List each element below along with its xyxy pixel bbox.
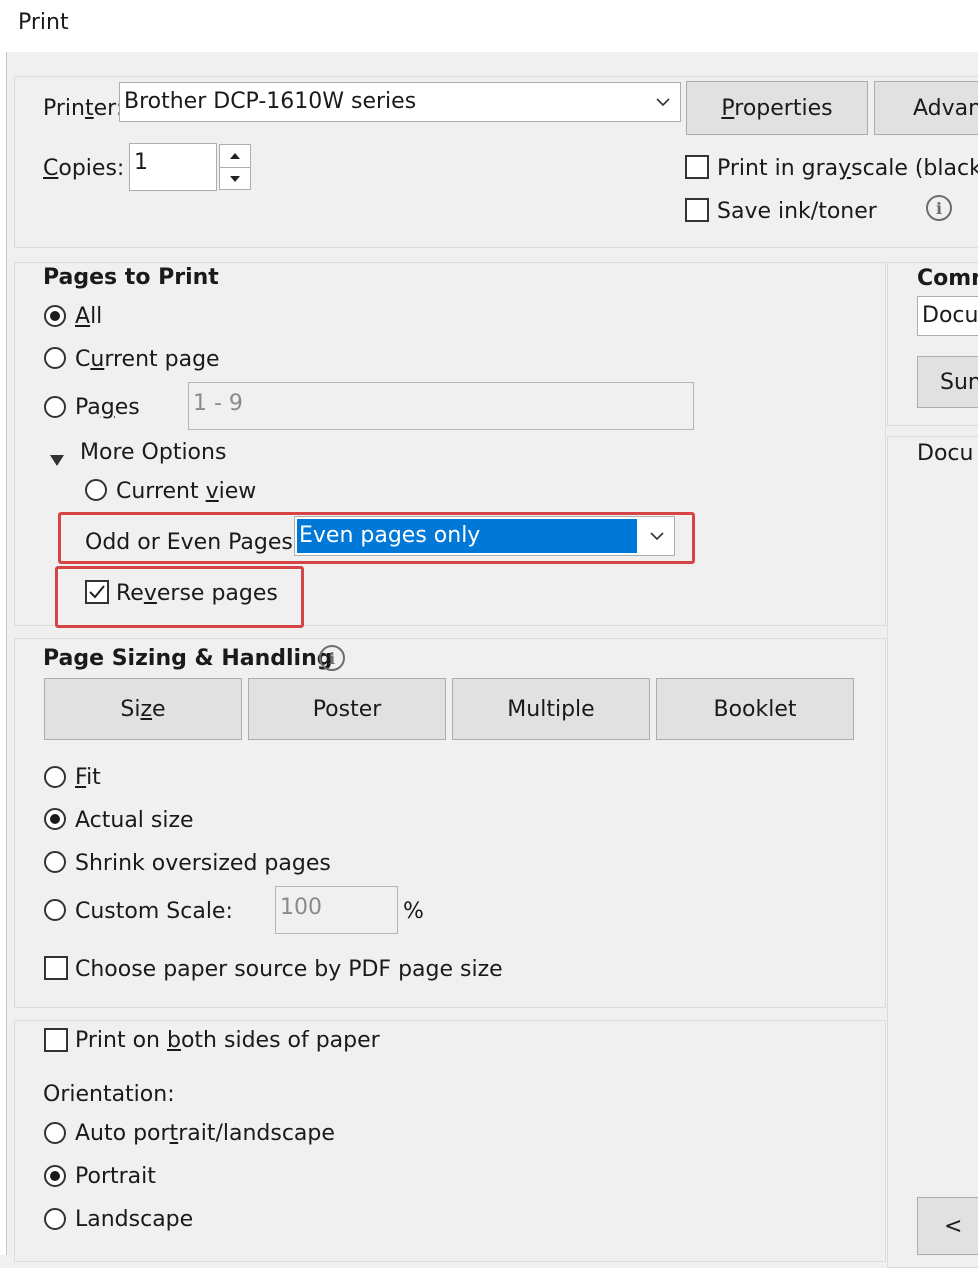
fit-label: Fit [75,765,101,790]
odd-even-value: Even pages only [299,523,481,548]
background-document-edge [0,52,7,1255]
more-options-label[interactable]: More Options [80,440,226,465]
advanced-button-label: Advan [913,95,978,121]
portrait-radio[interactable] [44,1165,66,1187]
pages-label: Pages [75,395,140,420]
landscape-label: Landscape [75,1207,194,1232]
all-pages-label: All [75,304,103,329]
paper-source-checkbox[interactable] [44,956,68,980]
grayscale-label: Print in grayscale (black a [717,156,978,181]
copies-input[interactable]: 1 [129,143,217,191]
portrait-label: Portrait [75,1164,156,1189]
duplex-checkbox[interactable] [44,1028,68,1052]
grayscale-checkbox[interactable] [685,155,709,179]
tab-multiple[interactable]: Multiple [452,678,650,740]
all-pages-radio[interactable] [44,305,66,327]
summarize-button[interactable]: Sun [917,356,978,408]
reverse-pages-checkbox[interactable] [85,580,109,604]
shrink-oversized-radio[interactable] [44,851,66,873]
copies-label: Copies: [43,156,125,181]
custom-scale-label: Custom Scale: [75,899,233,924]
page-sizing-heading: Page Sizing & Handling [43,646,333,671]
chevron-down-icon [640,517,674,555]
collapse-triangle-icon[interactable] [50,447,64,472]
custom-scale-radio[interactable] [44,899,66,921]
duplex-label: Print on both sides of paper [75,1028,380,1053]
previous-page-button[interactable]: < [917,1197,978,1255]
page-range-input[interactable]: 1 - 9 [188,382,694,430]
current-view-radio[interactable] [85,479,107,501]
actual-size-radio[interactable] [44,808,66,830]
page-range-placeholder: 1 - 9 [193,391,243,416]
copies-decrement-button[interactable] [220,168,250,190]
tab-multiple-label: Multiple [507,696,595,722]
paper-source-label: Choose paper source by PDF page size [75,957,503,982]
copies-stepper[interactable] [219,144,251,190]
auto-orientation-label: Auto portrait/landscape [75,1121,335,1146]
comments-select-value: Docu [922,303,978,328]
title-bar: Print [0,0,978,52]
tab-booklet-label: Booklet [713,696,797,722]
reverse-pages-label: Reverse pages [116,581,278,606]
current-page-label: Current page [75,347,220,372]
printer-label: Printer: [43,96,124,121]
copies-increment-button[interactable] [220,145,250,168]
current-page-radio[interactable] [44,347,66,369]
printer-select[interactable]: Brother DCP-1610W series [119,82,681,122]
actual-size-label: Actual size [75,808,194,833]
tab-poster-label: Poster [312,696,382,722]
properties-button[interactable]: Properties [686,81,868,135]
advanced-button[interactable]: Advan [874,81,978,135]
odd-even-label: Odd or Even Pages: [85,530,301,555]
auto-orientation-radio[interactable] [44,1122,66,1144]
pages-to-print-heading: Pages to Print [43,265,219,290]
landscape-radio[interactable] [44,1208,66,1230]
save-ink-checkbox[interactable] [685,198,709,222]
comments-select[interactable]: Docu [917,296,978,336]
fit-radio[interactable] [44,766,66,788]
copies-value: 1 [134,150,148,175]
current-view-label: Current view [116,479,257,504]
odd-even-select[interactable]: Even pages only [294,516,675,556]
previous-page-label: < [944,1213,963,1239]
pages-radio[interactable] [44,396,66,418]
percent-sign: % [403,899,424,924]
custom-scale-value: 100 [280,895,322,920]
summarize-button-label: Sun [940,369,978,395]
preview-panel [887,436,978,1268]
properties-button-label: Properties [721,95,833,121]
tab-size-label: Size [120,696,166,722]
tab-poster[interactable]: Poster [248,678,446,740]
tab-size[interactable]: Size [44,678,242,740]
window-title: Print [18,10,69,35]
info-icon[interactable]: i [319,645,345,671]
orientation-heading: Orientation: [43,1082,175,1107]
printer-select-value: Brother DCP-1610W series [124,89,417,114]
comments-heading: Comm [917,266,978,291]
preview-document-label: Docu [917,441,974,466]
custom-scale-input[interactable]: 100 [275,886,398,934]
tab-booklet[interactable]: Booklet [656,678,854,740]
save-ink-label: Save ink/toner [717,199,877,224]
info-icon[interactable]: i [926,195,952,221]
chevron-down-icon [646,83,680,121]
shrink-oversized-label: Shrink oversized pages [75,851,331,876]
